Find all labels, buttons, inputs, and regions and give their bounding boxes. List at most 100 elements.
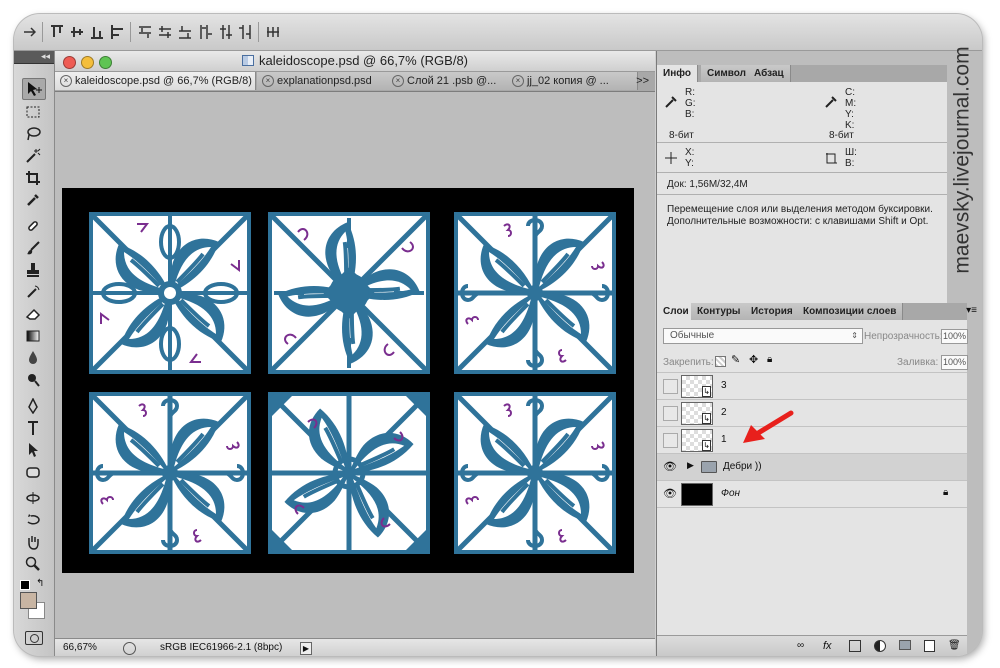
tab-layer-comps[interactable]: Композиции слоев bbox=[797, 303, 904, 320]
move-tool-icon[interactable] bbox=[22, 78, 46, 100]
distribute-bottom-icon[interactable] bbox=[178, 24, 192, 40]
adjustment-layer-icon[interactable] bbox=[874, 640, 886, 652]
lock-transparency-icon[interactable] bbox=[715, 356, 726, 367]
blur-tool-icon[interactable] bbox=[22, 348, 44, 368]
expand-group-icon[interactable]: ▶ bbox=[687, 460, 694, 471]
minimize-window-icon[interactable] bbox=[81, 56, 94, 69]
path-selection-tool-icon[interactable] bbox=[22, 440, 44, 460]
distribute-left-icon[interactable] bbox=[198, 24, 212, 40]
layer-row[interactable]: ↳ 3 bbox=[657, 372, 967, 399]
healing-brush-tool-icon[interactable] bbox=[22, 216, 44, 236]
zoom-window-icon[interactable] bbox=[99, 56, 112, 69]
align-top-icon[interactable] bbox=[50, 24, 64, 40]
distribute-top-icon[interactable] bbox=[138, 24, 152, 40]
selection-size-icon bbox=[826, 153, 837, 164]
crop-tool-icon[interactable] bbox=[22, 168, 44, 188]
layer-row[interactable]: ↳ 1 bbox=[657, 410, 967, 453]
tab-sloy-21[interactable]: × Слой 21 .psb @... bbox=[387, 72, 518, 90]
document-title-bar: kaleidoscope.psd @ 66,7% (RGB/8) bbox=[55, 51, 655, 72]
layer-row[interactable]: 👁︎ Фон 🔒︎ bbox=[657, 480, 967, 507]
color-profile-icon bbox=[123, 642, 136, 655]
tab-character[interactable]: Символ bbox=[701, 65, 753, 82]
3d-rotate-tool-icon[interactable] bbox=[22, 488, 44, 508]
add-mask-icon[interactable] bbox=[849, 640, 861, 652]
3d-orbit-tool-icon[interactable] bbox=[22, 510, 44, 530]
panel-menu-icon[interactable]: ▾≡ bbox=[966, 305, 977, 316]
align-bottom-icon[interactable] bbox=[90, 24, 104, 40]
new-group-icon[interactable] bbox=[899, 640, 911, 650]
toolbox: ◂◂ ↰ bbox=[14, 51, 55, 656]
close-tab-icon[interactable]: × bbox=[60, 75, 72, 87]
tool-hint-line2: Дополнительные возможности: с клавишами … bbox=[667, 216, 929, 227]
gradient-tool-icon[interactable] bbox=[22, 326, 44, 346]
visibility-toggle[interactable] bbox=[663, 379, 678, 394]
history-brush-tool-icon[interactable] bbox=[22, 282, 44, 302]
eyedropper-tool-icon[interactable] bbox=[22, 190, 44, 210]
zoom-level[interactable]: 66,67% bbox=[63, 639, 113, 656]
kaleidoscope-tile bbox=[454, 212, 616, 374]
watermark: maevsky.livejournal.com bbox=[946, 30, 980, 290]
eraser-tool-icon[interactable] bbox=[22, 304, 44, 324]
distribute-vcenter-icon[interactable] bbox=[158, 24, 172, 40]
brush-tool-icon[interactable] bbox=[22, 238, 44, 258]
layer-row[interactable]: 👁︎ ▶ Дебри )) bbox=[657, 453, 967, 480]
align-vcenter-icon[interactable] bbox=[70, 24, 84, 40]
hand-tool-icon[interactable] bbox=[22, 532, 44, 552]
tab-layers[interactable]: Слои bbox=[657, 303, 696, 320]
close-tab-icon[interactable]: × bbox=[262, 75, 274, 87]
fx-icon[interactable]: fx bbox=[823, 640, 835, 652]
align-left-icon[interactable] bbox=[110, 24, 124, 40]
fill-input[interactable]: 100% bbox=[941, 355, 968, 370]
auto-align-icon[interactable] bbox=[266, 24, 280, 40]
zoom-tool-icon[interactable] bbox=[22, 554, 44, 574]
layers-panel-footer: ∞ fx 🗑︎ bbox=[657, 635, 967, 656]
visibility-toggle[interactable] bbox=[663, 433, 678, 448]
tab-jj02-kopiya[interactable]: × jj_02 копия @ ... bbox=[507, 72, 638, 90]
type-tool-icon[interactable] bbox=[22, 418, 44, 438]
options-bar bbox=[14, 14, 982, 51]
opacity-input[interactable]: 100% bbox=[941, 329, 968, 344]
layer-row[interactable]: ↳ 2 bbox=[657, 399, 967, 426]
marquee-tool-icon[interactable] bbox=[22, 102, 44, 122]
pen-tool-icon[interactable] bbox=[22, 396, 44, 416]
close-tab-icon[interactable]: × bbox=[392, 75, 404, 87]
magic-wand-tool-icon[interactable] bbox=[22, 146, 44, 166]
quick-mask-icon[interactable] bbox=[25, 631, 43, 645]
lasso-tool-icon[interactable] bbox=[22, 124, 44, 144]
tab-paragraph[interactable]: Абзац bbox=[748, 65, 791, 82]
eye-icon[interactable]: 👁︎ bbox=[663, 460, 677, 473]
new-layer-icon[interactable] bbox=[924, 640, 935, 652]
link-layers-icon[interactable]: ∞ bbox=[797, 640, 809, 652]
tab-paths[interactable]: Контуры bbox=[691, 303, 748, 320]
tab-info[interactable]: Инфо bbox=[657, 65, 698, 82]
eyedropper-icon bbox=[665, 96, 677, 108]
foreground-color-swatch[interactable] bbox=[20, 592, 37, 609]
clone-stamp-tool-icon[interactable] bbox=[22, 260, 44, 280]
lock-position-icon[interactable]: ✥ bbox=[749, 353, 758, 366]
visibility-toggle[interactable] bbox=[663, 406, 678, 421]
swap-colors-icon[interactable]: ↰ bbox=[36, 578, 44, 589]
blend-mode-select[interactable]: Обычные ⇕ bbox=[663, 328, 863, 344]
trash-icon[interactable]: 🗑︎ bbox=[948, 640, 961, 652]
document-image[interactable] bbox=[62, 188, 634, 573]
document-window: kaleidoscope.psd @ 66,7% (RGB/8) × kaleid… bbox=[55, 51, 655, 656]
shape-tool-icon[interactable] bbox=[22, 462, 44, 482]
toolbox-header[interactable]: ◂◂ bbox=[14, 51, 54, 64]
dodge-tool-icon[interactable] bbox=[22, 370, 44, 390]
canvas-area[interactable] bbox=[55, 92, 655, 637]
status-menu-button[interactable]: ▶ bbox=[300, 642, 312, 655]
color-profile: sRGB IEC61966-2.1 (8bpc) bbox=[160, 642, 283, 653]
tab-kaleidoscope[interactable]: × kaleidoscope.psd @ 66,7% (RGB/8) bbox=[55, 72, 256, 90]
more-tabs-button[interactable]: >> bbox=[636, 72, 649, 90]
lock-all-icon[interactable]: 🔒︎ bbox=[767, 354, 772, 365]
default-colors-icon[interactable] bbox=[20, 580, 30, 590]
close-window-icon[interactable] bbox=[63, 56, 76, 69]
tool-preset-icon[interactable] bbox=[22, 24, 37, 40]
eye-icon[interactable]: 👁︎ bbox=[663, 487, 677, 500]
close-tab-icon[interactable]: × bbox=[512, 75, 524, 87]
distribute-hcenter-icon[interactable] bbox=[218, 24, 232, 40]
tab-explanationpsd[interactable]: × explanationpsd.psd bbox=[257, 72, 398, 90]
distribute-right-icon[interactable] bbox=[238, 24, 252, 40]
lock-pixels-icon[interactable]: ✎ bbox=[731, 353, 740, 366]
tab-history[interactable]: История bbox=[745, 303, 800, 320]
